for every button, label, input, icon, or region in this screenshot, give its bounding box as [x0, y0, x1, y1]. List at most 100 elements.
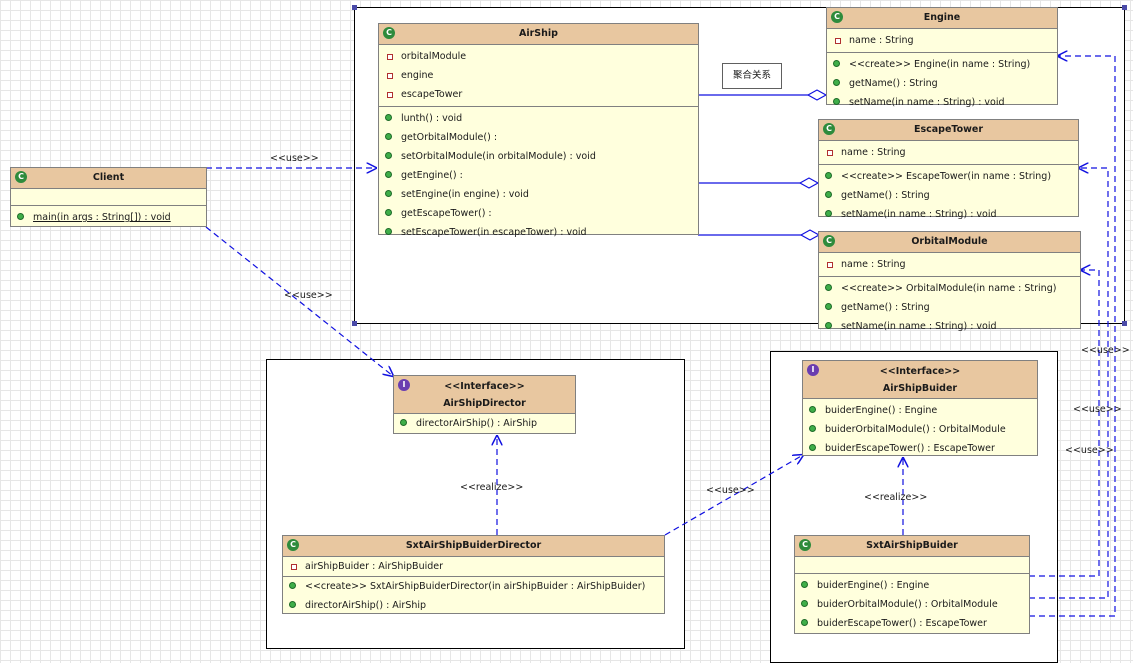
class-icon: C [823, 235, 835, 247]
attribute-row[interactable]: name : String [827, 31, 1057, 50]
operation-row[interactable]: <<create>> OrbitalModule(in name : Strin… [819, 279, 1080, 298]
operation-row[interactable]: setOrbitalModule(in orbitalModule) : voi… [379, 147, 698, 166]
label-use-right-2: <<use>> [1073, 404, 1122, 415]
operation-row[interactable]: directorAirShip() : AirShip [394, 414, 575, 433]
attribute-row[interactable]: engine [379, 66, 698, 85]
class-airship[interactable]: C AirShip orbitalModule engine escapeTow… [378, 23, 699, 238]
operations-compartment: <<create>> EscapeTower(in name : String)… [819, 165, 1078, 226]
aggregation-diamond-escape-tower [798, 177, 820, 189]
operation-row[interactable]: buiderEscapeTower() : EscapeTower [795, 614, 1029, 633]
class-name: OrbitalModule [911, 236, 988, 247]
public-operation-icon [809, 425, 816, 432]
aggregation-note[interactable]: 聚合关系 [722, 63, 782, 89]
operation-row[interactable]: <<create>> Engine(in name : String) [827, 55, 1057, 74]
class-escape-tower[interactable]: C EscapeTower name : String <<create>> E… [818, 119, 1079, 220]
class-icon: C [831, 11, 843, 23]
class-icon: C [823, 123, 835, 135]
attribute-row[interactable]: orbitalModule [379, 47, 698, 66]
label-realize-builder: <<realize>> [864, 492, 928, 503]
operation-row[interactable]: setName(in name : String) : void [827, 93, 1057, 112]
public-operation-icon [809, 444, 816, 451]
stereotype: <<Interface>> [444, 381, 525, 392]
operation-row[interactable]: <<create>> EscapeTower(in name : String) [819, 167, 1078, 186]
aggregation-diamond-orbital-module [799, 229, 821, 241]
operation-row[interactable]: getName() : String [827, 74, 1057, 93]
operations-compartment: directorAirShip() : AirShip [394, 414, 575, 433]
public-operation-icon [825, 172, 832, 179]
class-name: SxtAirShipBuider [866, 540, 958, 551]
class-engine[interactable]: C Engine name : String <<create>> Engine… [826, 7, 1058, 108]
public-operation-icon [400, 419, 407, 426]
operations-compartment: main(in args : String[]) : void [11, 206, 206, 229]
public-operation-icon [825, 284, 832, 291]
label-use-director-builder: <<use>> [706, 485, 755, 496]
operations-compartment: <<create>> OrbitalModule(in name : Strin… [819, 277, 1080, 338]
class-sxt-airship-builder[interactable]: C SxtAirShipBuider buiderEngine() : Engi… [794, 535, 1030, 634]
attributes-compartment: orbitalModule engine escapeTower [379, 45, 698, 107]
operations-compartment: <<create>> Engine(in name : String) getN… [827, 53, 1057, 114]
public-operation-icon [17, 213, 24, 220]
private-attribute-icon [827, 262, 833, 268]
operation-row[interactable]: main(in args : String[]) : void [11, 208, 206, 227]
label-use-right-3: <<use>> [1065, 445, 1114, 456]
public-operation-icon [825, 210, 832, 217]
label-use-client-director: <<use>> [284, 290, 333, 301]
class-icon: C [383, 27, 395, 39]
label-use-client-airship: <<use>> [270, 153, 319, 164]
private-attribute-icon [387, 54, 393, 60]
interface-airship-builder[interactable]: I <<Interface>> AirShipBuider buiderEngi… [802, 360, 1038, 456]
interface-airship-director[interactable]: I <<Interface>> AirShipDirector director… [393, 375, 576, 434]
public-operation-icon [385, 209, 392, 216]
operation-row[interactable]: lunth() : void [379, 109, 698, 128]
public-operation-icon [809, 406, 816, 413]
attributes-compartment [795, 557, 1029, 574]
interface-name: AirShipBuider [882, 383, 958, 394]
label-use-right-1: <<use>> [1081, 345, 1130, 356]
class-icon: C [799, 539, 811, 551]
attribute-row[interactable]: name : String [819, 255, 1080, 274]
class-name: SxtAirShipBuiderDirector [405, 540, 542, 551]
operation-row[interactable]: buiderEngine() : Engine [803, 401, 1037, 420]
operation-row[interactable]: directorAirShip() : AirShip [283, 596, 664, 615]
operation-row[interactable]: buiderEscapeTower() : EscapeTower [803, 439, 1037, 458]
attribute-row[interactable]: escapeTower [379, 85, 698, 104]
private-attribute-icon [835, 38, 841, 44]
class-name: EscapeTower [913, 124, 984, 135]
private-attribute-icon [291, 564, 297, 570]
attribute-row[interactable]: name : String [819, 143, 1078, 162]
operation-row[interactable]: getOrbitalModule() : [379, 128, 698, 147]
attributes-compartment: airShipBuider : AirShipBuider [283, 557, 664, 577]
class-sxt-airship-director[interactable]: C SxtAirShipBuiderDirector airShipBuider… [282, 535, 665, 614]
operation-row[interactable]: <<create>> SxtAirShipBuiderDirector(in a… [283, 577, 664, 596]
attributes-compartment [11, 189, 206, 206]
interface-icon: I [398, 379, 410, 391]
public-operation-icon [385, 190, 392, 197]
attributes-compartment: name : String [819, 141, 1078, 165]
operation-row[interactable]: buiderOrbitalModule() : OrbitalModule [795, 595, 1029, 614]
class-orbital-module[interactable]: C OrbitalModule name : String <<create>>… [818, 231, 1081, 332]
operation-row[interactable]: getName() : String [819, 186, 1078, 205]
public-operation-icon [833, 98, 840, 105]
operation-row[interactable]: setEscapeTower(in escapeTower) : void [379, 223, 698, 242]
aggregation-diamond-engine [806, 89, 828, 101]
class-icon: C [15, 171, 27, 183]
public-operation-icon [825, 303, 832, 310]
operation-row[interactable]: setName(in name : String) : void [819, 317, 1080, 336]
operation-row[interactable]: getEscapeTower() : [379, 204, 698, 223]
operations-compartment: buiderEngine() : Engine buiderOrbitalMod… [795, 574, 1029, 635]
operations-compartment: buiderEngine() : Engine buiderOrbitalMod… [803, 399, 1037, 460]
private-attribute-icon [387, 73, 393, 79]
attribute-row[interactable]: airShipBuider : AirShipBuider [283, 557, 664, 576]
class-client[interactable]: C Client main(in args : String[]) : void [10, 167, 207, 227]
operation-row[interactable]: getName() : String [819, 298, 1080, 317]
interface-icon: I [807, 364, 819, 376]
public-operation-icon [825, 191, 832, 198]
operation-row[interactable]: setEngine(in engine) : void [379, 185, 698, 204]
operation-row[interactable]: setName(in name : String) : void [819, 205, 1078, 224]
public-operation-icon [385, 171, 392, 178]
operation-row[interactable]: buiderEngine() : Engine [795, 576, 1029, 595]
operation-row[interactable]: getEngine() : [379, 166, 698, 185]
class-icon: C [287, 539, 299, 551]
operation-row[interactable]: buiderOrbitalModule() : OrbitalModule [803, 420, 1037, 439]
public-operation-icon [385, 114, 392, 121]
